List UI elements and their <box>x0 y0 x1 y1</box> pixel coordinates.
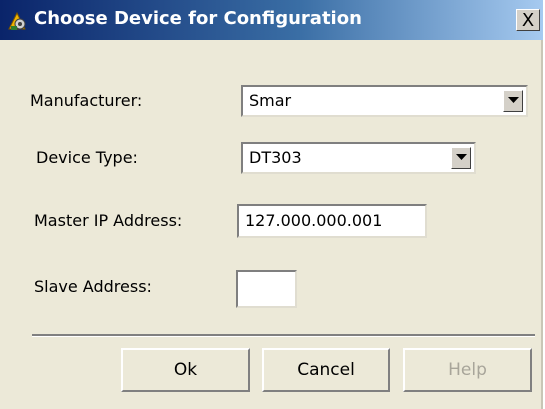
window-title: Choose Device for Configuration <box>34 8 362 29</box>
ok-button[interactable]: Ok <box>121 348 250 392</box>
device-type-value: DT303 <box>249 148 302 167</box>
manufacturer-select[interactable]: Smar <box>241 85 528 117</box>
title-bar[interactable]: Choose Device for Configuration X <box>0 0 543 40</box>
device-type-label: Device Type: <box>36 148 138 167</box>
separator-highlight <box>32 336 535 337</box>
manufacturer-value: Smar <box>249 91 292 110</box>
help-button[interactable]: Help <box>403 348 532 392</box>
close-icon: X <box>521 10 535 31</box>
manufacturer-label: Manufacturer: <box>30 91 143 110</box>
master-ip-label: Master IP Address: <box>34 211 183 230</box>
master-ip-value: 127.000.000.001 <box>245 211 383 230</box>
cancel-button[interactable]: Cancel <box>262 348 390 392</box>
chevron-down-icon[interactable] <box>451 147 471 169</box>
close-button[interactable]: X <box>516 9 540 31</box>
slave-address-input[interactable] <box>236 270 297 308</box>
choose-device-dialog: Choose Device for Configuration X Manufa… <box>0 0 543 409</box>
device-config-icon <box>6 9 30 33</box>
master-ip-input[interactable]: 127.000.000.001 <box>237 204 427 238</box>
chevron-down-icon[interactable] <box>503 90 523 112</box>
slave-address-label: Slave Address: <box>34 277 152 296</box>
device-type-select[interactable]: DT303 <box>241 142 476 174</box>
